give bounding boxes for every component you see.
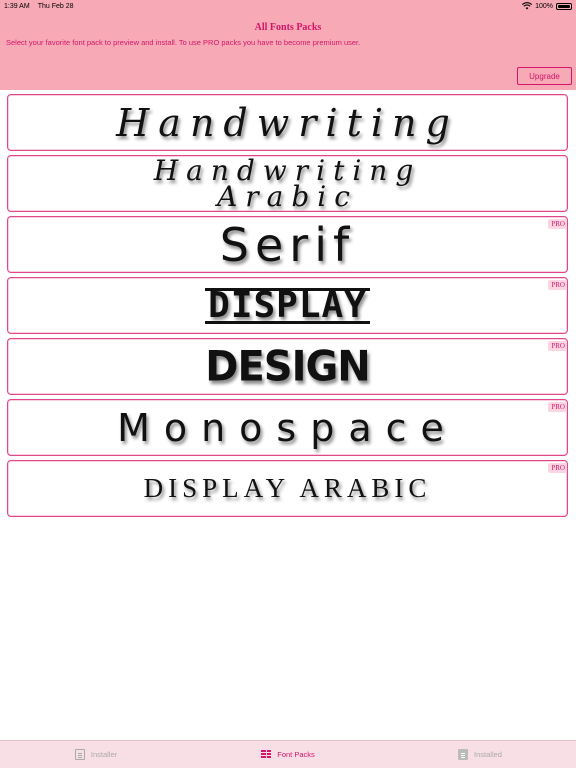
grid-list-icon bbox=[261, 749, 272, 760]
installed-list-icon bbox=[458, 749, 469, 760]
pack-card-display[interactable]: DISPLAY PRO bbox=[7, 277, 568, 334]
pack-card-serif[interactable]: Serif PRO bbox=[7, 216, 568, 273]
pack-card-display-arabic[interactable]: DISPLAY ARABIC PRO bbox=[7, 460, 568, 517]
pack-card-handwriting-arabic[interactable]: Handwriting Arabic bbox=[7, 155, 568, 212]
pro-badge: PRO bbox=[548, 341, 567, 351]
tab-label: Font Packs bbox=[277, 750, 315, 759]
pack-card-handwriting[interactable]: Handwriting bbox=[7, 94, 568, 151]
list-icon bbox=[74, 749, 85, 760]
tab-label: Installer bbox=[90, 750, 118, 759]
pack-preview: Serif bbox=[219, 217, 356, 272]
pro-badge: PRO bbox=[548, 402, 567, 412]
page-subtitle: Select your favorite font pack to previe… bbox=[6, 38, 361, 47]
pack-preview-line2: Arabic bbox=[217, 179, 358, 212]
pack-card-design[interactable]: DESIGN PRO bbox=[7, 338, 568, 395]
upgrade-button[interactable]: Upgrade bbox=[517, 67, 572, 85]
status-bar: 1:39 AM Thu Feb 28 100% bbox=[0, 0, 576, 12]
tab-installed[interactable]: Installed bbox=[384, 749, 576, 760]
tab-font-packs[interactable]: Font Packs bbox=[192, 749, 384, 760]
status-date: Thu Feb 28 bbox=[37, 2, 74, 10]
pack-card-monospace[interactable]: Monospace PRO bbox=[7, 399, 568, 456]
pack-preview: DISPLAY ARABIC bbox=[143, 473, 432, 503]
pack-preview: DISPLAY bbox=[205, 287, 370, 324]
pro-badge: PRO bbox=[548, 280, 567, 290]
tab-installer[interactable]: Installer bbox=[0, 749, 192, 760]
wifi-icon bbox=[522, 2, 533, 10]
pack-preview: Monospace bbox=[117, 405, 458, 450]
status-time: 1:39 AM bbox=[4, 2, 30, 10]
tab-label: Installed bbox=[474, 750, 502, 759]
pack-preview: DESIGN bbox=[205, 342, 371, 391]
pro-badge: PRO bbox=[548, 463, 567, 473]
battery-percent: 100% bbox=[535, 2, 553, 10]
battery-icon bbox=[556, 2, 572, 10]
pack-preview: Handwriting bbox=[116, 100, 459, 145]
pack-preview: Handwriting Arabic bbox=[154, 156, 422, 212]
status-right: 100% bbox=[522, 2, 572, 10]
pro-badge: PRO bbox=[548, 219, 567, 229]
tab-bar: Installer Font Packs Installed bbox=[0, 740, 576, 768]
header: All Fonts Packs Select your favorite fon… bbox=[0, 12, 576, 90]
page-title: All Fonts Packs bbox=[254, 22, 322, 33]
